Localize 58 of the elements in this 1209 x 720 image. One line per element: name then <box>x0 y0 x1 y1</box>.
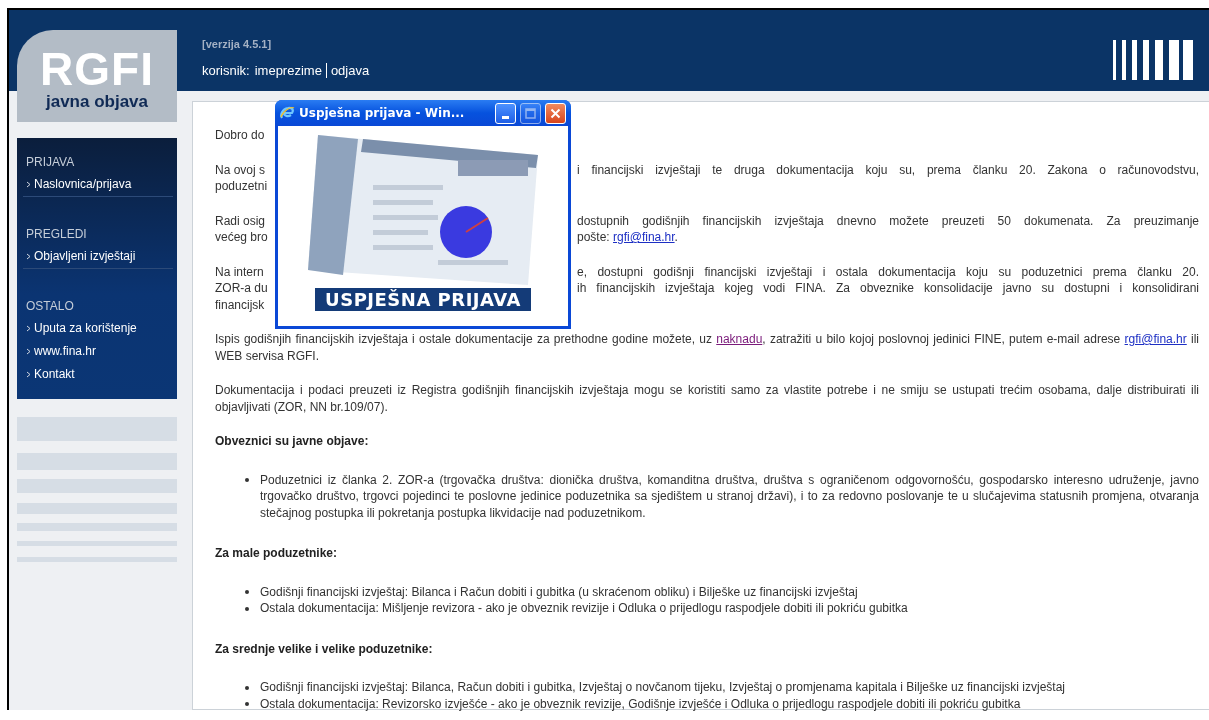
sidebar-heading: PRIJAVA <box>26 155 76 169</box>
text-fragment: dostupnih godišnjih financijskih izvještaja dnevno možete preuzeti 50 dokumenata. Za preuzimanje <box>577 212 1199 229</box>
text-fragment: ZOR-a du <box>215 280 269 297</box>
bullet-text: Ostala dokumentacija: Mišljenje revizora - ako je obveznik revizije i Odluka o prijedlogu raspodjele dobiti ili pokriću gubitka <box>260 600 909 617</box>
chevron-icon <box>26 370 31 378</box>
bullet-text: Godišnji financijski izvještaj: Bilanca i Račun dobiti i gubitka (u skraćenom obliku) i Bilješke uz financijski izvještaj <box>260 583 859 600</box>
text-fragment: Radi osig <box>215 212 267 229</box>
text-fragment: poduzetni <box>215 178 269 195</box>
version-label: [verzija 4.5.1] <box>202 38 273 50</box>
text-fragment: Na intern <box>215 263 265 280</box>
paragraph: Ispis godišnjih financijskih izvještaja i ostale dokumentacije za prethodne godine možete, uz naknadu, zatražiti u bilo kojoj poslovnoj jedinici FINE, putem e-mail adrese rgfi@fina.hr ili WEB servisa RGFI. <box>215 331 1199 364</box>
sidebar-heading: PREGLEDI <box>26 227 88 241</box>
user-label: korisnik: <box>202 63 250 78</box>
section-heading: Obveznici su javne objave: <box>215 433 370 450</box>
chevron-icon <box>26 324 31 332</box>
bullet-icon <box>245 606 249 611</box>
text-fragment: Dobro do <box>215 127 266 144</box>
logo-subtitle: javna objava <box>45 92 149 112</box>
minimize-icon <box>502 115 509 119</box>
bullet-icon <box>245 590 249 594</box>
bullet-icon <box>245 478 249 482</box>
window-title: Uspješna prijava - Win... <box>299 106 466 120</box>
logo-title: RGFI <box>40 46 154 92</box>
bullet-text: Ostala dokumentacija: Revizorsko izvješće - ako je obveznik revizije, Godišnje izvješće i Odluka o prijedlogu raspodjele dobiti ili pokriću gubitka <box>260 695 1022 712</box>
sidebar-link[interactable]: Uputa za korištenje <box>17 317 173 340</box>
barcode-logo-icon <box>1113 40 1193 80</box>
text-fragment: e, dostupni godišnji financijski izvještaji i ostala dokumentacija koju su poduzetnici prema članku 20. <box>577 263 1199 280</box>
text-fragment: pošte: rgfi@fina.hr. <box>577 229 679 246</box>
chevron-icon <box>26 347 31 355</box>
minimize-button[interactable] <box>495 102 516 124</box>
bullet-text: Poduzetnici iz članka 2. ZOR-a (trgovačka društva: dionička društva, komanditna društva, društva s ograničenom odgovornošću, gospodarsko interesno udruženje, javno trgovačko društvo, trgovci pojedinci te poslovne jedinice poduzetnika sa sjedištem u stranoj državi), i to za redovno poslovanje te u slučajevima statusnih promjena, otvaranja stečajnog postupka ili pokretanja postupka likvidacije nad poduzetnikom. <box>260 471 1199 521</box>
text-fragment: Na ovoj s <box>215 161 267 178</box>
section-heading: Za male poduzetnike: <box>215 545 339 562</box>
text-link[interactable]: rgfi@fina.hr <box>613 230 675 244</box>
user-name: imeprezime <box>254 63 322 78</box>
close-button[interactable] <box>545 102 566 124</box>
close-icon <box>550 107 561 119</box>
text-fragment: većeg bro <box>215 229 269 246</box>
logout-link[interactable]: odjava <box>330 63 370 78</box>
maximize-icon <box>525 107 536 119</box>
chevron-icon <box>26 252 31 260</box>
sidebar-link[interactable]: www.fina.hr <box>17 340 173 363</box>
text-fragment: ih financijskih izvještaja kojeg vodi FINA. Za obveznike konsolidacije javno su dostupni i konsolidirani <box>577 280 1199 297</box>
sidebar-heading: OSTALO <box>26 299 75 313</box>
bullet-icon <box>245 702 249 706</box>
paragraph: Dokumentacija i podaci preuzeti iz Registra godišnjih financijskih izvještaja mogu se koristiti samo za vlastite potrebe i ne smiju se ustupati trećim osobama, dalje distribuirati ili objavljivati (ZOR, NN br.109/07). <box>215 382 1199 415</box>
sidebar-link[interactable]: Naslovnica/prijava <box>23 173 173 197</box>
bullet-text: Godišnji financijski izvještaj: Bilanca, Račun dobiti i gubitka, Izvještaj o novčanom tijeku, Izvještaj o promjenama kapitala i Bilješke uz financijski izvještaj <box>260 679 1067 696</box>
text-fragment: financijsk <box>215 296 266 313</box>
bullet-icon <box>245 685 249 690</box>
success-banner: USPJEŠNA PRIJAVA <box>315 288 531 311</box>
section-heading: Za srednje velike i velike poduzetnike: <box>215 640 434 657</box>
browser-icon <box>279 105 295 121</box>
text-link[interactable]: rgfi@fina.hr <box>1124 332 1187 346</box>
chevron-icon <box>26 180 31 188</box>
text-fragment: i financijski izvještaji te druga dokumentacija koju su, prema članku 20. Zakona o računovodstvu, <box>577 161 1199 178</box>
sidebar-link[interactable]: Kontakt <box>17 363 173 386</box>
sidebar-link[interactable]: Objavljeni izvještaji <box>23 245 173 269</box>
